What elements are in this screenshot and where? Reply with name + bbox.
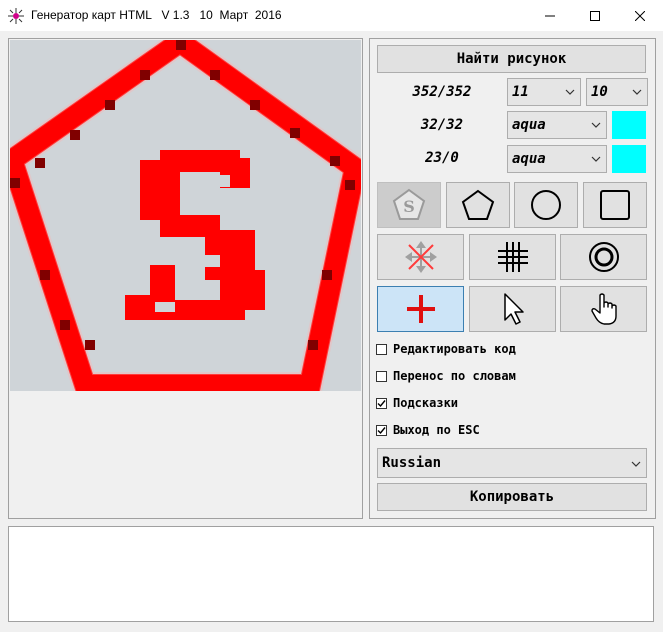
checkbox-label: Выход по ESC	[393, 423, 480, 437]
svg-text:S: S	[403, 197, 415, 216]
grid-x-combo[interactable]: 11	[507, 78, 581, 106]
hand-tool-button[interactable]	[560, 286, 647, 332]
app-icon	[8, 8, 24, 24]
checkbox-edit-code[interactable]: Редактировать код	[376, 342, 656, 360]
maximize-icon	[589, 10, 600, 21]
square-tool-button[interactable]	[583, 182, 647, 228]
find-image-label: Найти рисунок	[456, 51, 567, 67]
target-icon	[588, 242, 619, 272]
position-label: 23/0	[425, 150, 459, 166]
checkbox-tooltips[interactable]: Подсказки	[376, 396, 656, 414]
move-tool-button[interactable]	[377, 234, 464, 280]
target-tool-button[interactable]	[560, 234, 647, 280]
chevron-down-icon	[632, 89, 642, 95]
chevron-down-icon	[631, 461, 641, 467]
language-combo[interactable]: Russian	[377, 448, 647, 478]
checkmark-icon	[377, 427, 386, 435]
checkbox-box[interactable]	[376, 344, 387, 355]
move-cross-icon	[404, 241, 437, 273]
checkmark-icon	[377, 400, 386, 408]
checkbox-label: Редактировать код	[393, 342, 516, 356]
code-output-textarea[interactable]	[8, 526, 654, 622]
checkbox-box[interactable]	[376, 371, 387, 382]
checkbox-exit-esc[interactable]: Выход по ESC	[376, 423, 656, 441]
chevron-down-icon	[565, 89, 575, 95]
arrow-tool-button[interactable]	[469, 286, 556, 332]
copy-button[interactable]: Копировать	[377, 483, 647, 511]
checkbox-label: Перенос по словам	[393, 369, 516, 383]
window-title: Генератор карт HTML V 1.3 10 Март 2016	[31, 8, 282, 22]
color2-swatch[interactable]	[612, 145, 646, 173]
language-value: Russian	[382, 455, 442, 471]
cell-label: 32/32	[420, 117, 464, 133]
circle-tool-button[interactable]	[514, 182, 578, 228]
grid-y-value: 10	[591, 84, 608, 100]
hand-cursor-icon	[590, 293, 617, 325]
checkbox-box[interactable]	[376, 398, 387, 409]
title-bar: Генератор карт HTML V 1.3 10 Март 2016	[0, 0, 663, 31]
color2-combo[interactable]: aqua	[507, 145, 607, 173]
pixel-image[interactable]	[10, 40, 361, 391]
logo-tool-button[interactable]: S	[377, 182, 441, 228]
s-logo-icon: S	[392, 188, 426, 220]
checkbox-word-wrap[interactable]: Перенос по словам	[376, 369, 656, 387]
grid-x-value: 11	[512, 84, 529, 100]
plus-tool-button[interactable]	[377, 286, 464, 332]
pentagon-tool-button[interactable]	[446, 182, 510, 228]
chevron-down-icon	[591, 156, 601, 162]
checkbox-label: Подсказки	[393, 396, 459, 410]
image-canvas-panel[interactable]	[8, 38, 363, 519]
color1-value: aqua	[512, 117, 546, 133]
color1-combo[interactable]: aqua	[507, 111, 607, 139]
minimize-button[interactable]	[527, 0, 572, 31]
pentagon-icon	[461, 189, 495, 220]
close-button[interactable]	[617, 0, 662, 31]
arrow-cursor-icon	[503, 293, 524, 325]
chevron-down-icon	[591, 122, 601, 128]
grid-icon	[497, 242, 528, 272]
plus-icon	[406, 295, 435, 323]
circle-icon	[531, 190, 561, 220]
color1-swatch[interactable]	[612, 111, 646, 139]
close-icon	[634, 10, 645, 21]
color2-value: aqua	[512, 151, 546, 167]
checkbox-box[interactable]	[376, 425, 387, 436]
square-icon	[600, 190, 630, 220]
size-label: 352/352	[412, 84, 472, 100]
grid-tool-button[interactable]	[469, 234, 556, 280]
copy-label: Копировать	[469, 489, 555, 505]
maximize-button[interactable]	[572, 0, 617, 31]
grid-y-combo[interactable]: 10	[586, 78, 648, 106]
minimize-icon	[544, 15, 555, 16]
find-image-button[interactable]: Найти рисунок	[377, 45, 646, 73]
